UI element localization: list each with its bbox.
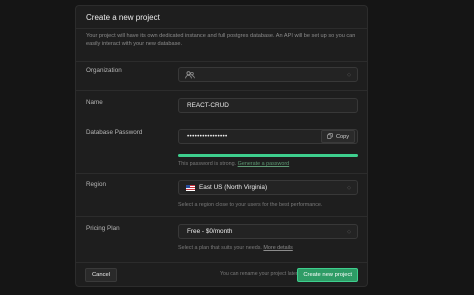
copy-icon — [327, 132, 333, 141]
copy-button[interactable]: Copy — [320, 130, 355, 143]
password-strength-help: This password is strong. Generate a pass… — [178, 161, 289, 167]
password-strength-text: This password is strong. — [178, 161, 237, 167]
dialog-title: Create a new project — [86, 12, 160, 22]
password-label: Database Password — [86, 129, 143, 136]
password-value: •••••••••••••••• — [187, 133, 228, 140]
project-name-input[interactable]: REACT-CRUD — [178, 98, 358, 113]
region-help: Select a region close to your users for … — [178, 202, 323, 208]
organization-label: Organization — [86, 67, 122, 74]
pricing-value: Free - $0/month — [187, 228, 233, 235]
dialog-intro: Your project will have its own dedicated… — [86, 33, 356, 48]
more-details-link[interactable]: More details — [263, 245, 292, 251]
pricing-help: Select a plan that suits your needs. Mor… — [178, 245, 293, 251]
us-flag-icon — [186, 184, 195, 191]
region-select[interactable]: East US (North Virginia) ◇ — [178, 180, 358, 195]
name-label: Name — [86, 99, 103, 106]
region-value: East US (North Virginia) — [199, 184, 268, 191]
dialog-header: Create a new project — [76, 6, 367, 29]
create-project-button[interactable]: Create new project — [297, 268, 358, 282]
rename-note: You can rename your project later — [220, 271, 298, 277]
chevron-updown-icon: ◇ — [347, 228, 351, 235]
password-input[interactable]: •••••••••••••••• Copy — [178, 129, 358, 144]
create-project-dialog: Create a new project Your project will h… — [75, 5, 368, 287]
pricing-select[interactable]: Free - $0/month ◇ — [178, 224, 358, 239]
divider — [76, 61, 367, 62]
divider — [76, 173, 367, 174]
chevron-updown-icon: ◇ — [347, 71, 351, 78]
organization-select[interactable]: ◇ — [178, 67, 358, 82]
divider — [76, 90, 367, 91]
cancel-button[interactable]: Cancel — [85, 268, 118, 282]
divider — [76, 216, 367, 217]
region-label: Region — [86, 181, 106, 188]
copy-label: Copy — [335, 133, 349, 140]
pricing-label: Pricing Plan — [86, 225, 120, 232]
dialog-footer: Cancel You can rename your project later… — [76, 262, 367, 286]
chevron-updown-icon: ◇ — [347, 184, 351, 191]
generate-password-link[interactable]: Generate a password — [238, 161, 290, 167]
pricing-help-text: Select a plan that suits your needs. — [178, 245, 262, 251]
users-icon — [179, 70, 195, 79]
project-name-value: REACT-CRUD — [187, 102, 229, 109]
password-strength-bar — [178, 154, 358, 157]
